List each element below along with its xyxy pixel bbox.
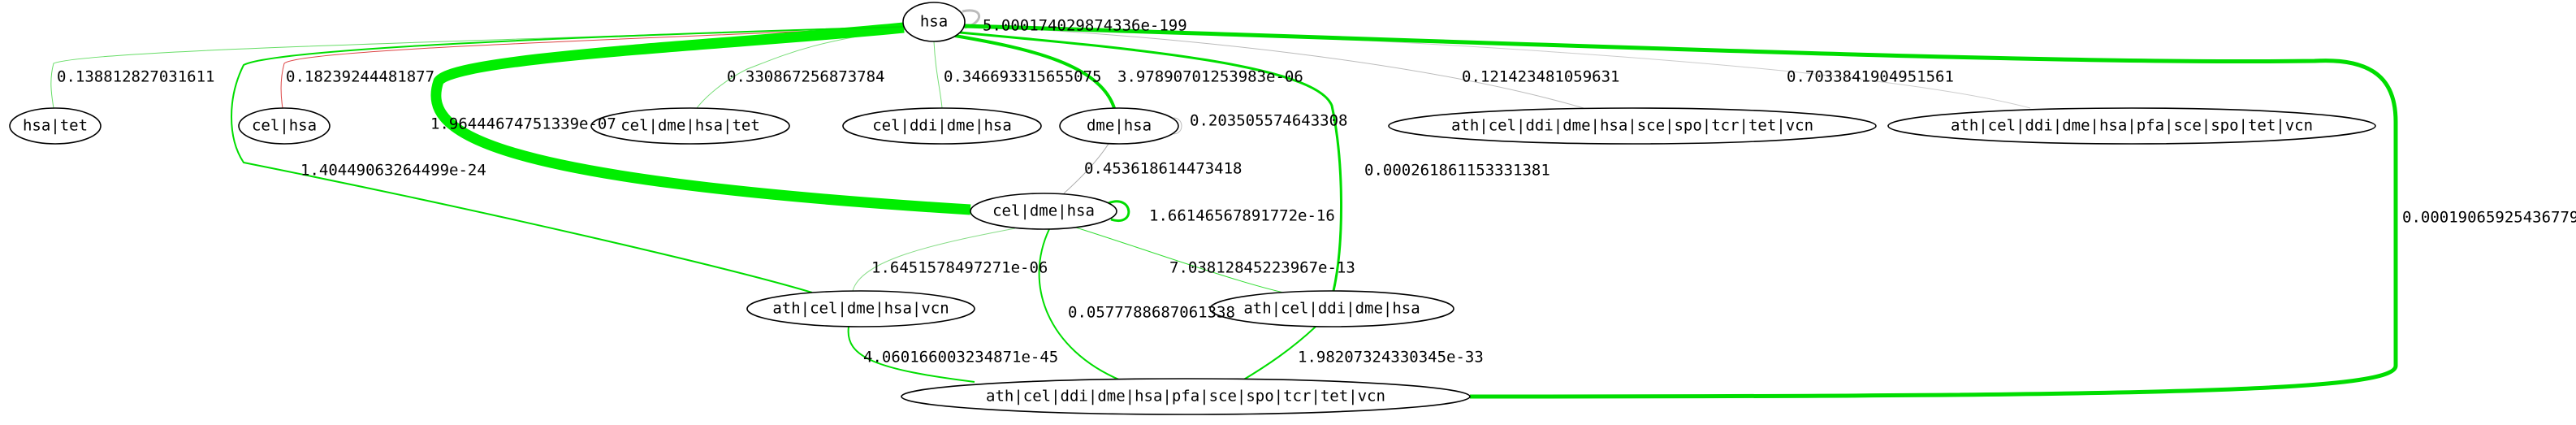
edge-label: 1.96444674751339e-07 [430,115,616,133]
edge-hsa-ath_cel_dme_hsa_vcn [231,26,905,293]
node-label: ath|cel|ddi|dme|hsa|pfa|sce|spo|tcr|tet|… [986,388,1385,405]
node-label: hsa|tet [23,117,88,135]
node-label: ath|cel|ddi|dme|hsa|pfa|sce|spo|tet|vcn [1951,117,2313,135]
edge-label: 4.060166003234871e-45 [863,349,1058,366]
node-cel_hsa[interactable]: cel|hsa [238,107,331,145]
node-ath_cel_ddi_dme_hsa_pfa_sce_spo_tet_vcn[interactable]: ath|cel|ddi|dme|hsa|pfa|sce|spo|tet|vcn [1887,107,2376,145]
node-label: hsa [920,13,948,31]
node-ath_cel_ddi_dme_hsa[interactable]: ath|cel|ddi|dme|hsa [1209,290,1454,327]
edge-label: 0.453618614473418 [1084,160,1242,178]
edge-label: 0.346693315655075 [944,68,1101,86]
edge-label: 0.330867256873784 [727,68,884,86]
edge-line [231,26,905,293]
edge-hsa-cel_ddi_dme_hsa [933,41,943,109]
node-cel_ddi_dme_hsa[interactable]: cel|ddi|dme|hsa [842,107,1042,145]
node-label: dme|hsa [1087,117,1152,135]
edge-label: 1.66146567891772e-16 [1149,207,1335,225]
node-label: cel|ddi|dme|hsa [872,117,1012,135]
edge-label: 0.138812827031611 [57,68,214,86]
node-hsa[interactable]: hsa [902,2,966,42]
node-cel_dme_hsa[interactable]: cel|dme|hsa [970,193,1117,230]
node-ath_cel_dme_hsa_vcn[interactable]: ath|cel|dme|hsa|vcn [746,290,975,327]
graph-canvas: hsa hsa|tet cel|hsa cel|dme|hsa|tet cel|ddi|… [9,2,2576,415]
edge-label: 0.7033841904951561 [1787,68,1954,86]
node-hsa_tet[interactable]: hsa|tet [9,107,102,145]
edge-label: 0.18239244481877 [286,68,434,86]
edge-hsa-ath_cel_ddi_dme_hsa_pfa_sce_spo_tet_vcn [964,24,2031,109]
edge-label: 1.98207324330345e-33 [1298,349,1484,366]
node-label: ath|cel|dme|hsa|vcn [772,300,949,318]
node-dme_hsa[interactable]: dme|hsa [1059,107,1179,145]
node-cel_dme_hsa_tet[interactable]: cel|dme|hsa|tet [590,107,790,145]
edge-label: 7.03812845223967e-13 [1169,259,1355,277]
edge-line [964,24,2031,109]
node-label: cel|dme|hsa|tet [620,117,760,135]
node-label: cel|hsa [252,117,317,135]
edge-label: 0.000261861153331381 [1364,162,1550,180]
edge-label: 5.000174029874336e-199 [983,17,1187,35]
edge-line [933,41,943,109]
edge-label: 0.121423481059631 [1462,68,1619,86]
edge-label: 3.97890701253983e-06 [1117,68,1303,86]
node-label: cel|dme|hsa [992,202,1095,220]
node-ath_cel_ddi_dme_hsa_sce_spo_tcr_tet_vcn[interactable]: ath|cel|ddi|dme|hsa|sce|spo|tcr|tet|vcn [1388,107,1877,145]
node-ath_cel_ddi_dme_hsa_pfa_sce_spo_tcr_tet_vcn[interactable]: ath|cel|ddi|dme|hsa|pfa|sce|spo|tcr|tet|… [901,378,1471,415]
edge-label: 1.40449063264499e-24 [300,162,486,180]
edge-label: 1.6451578497271e-06 [871,259,1048,277]
node-label: ath|cel|ddi|dme|hsa|sce|spo|tcr|tet|vcn [1451,117,1813,135]
edge-label: 0.000190659254367791 [2402,209,2576,227]
edge-label: 0.0577788687061338 [1068,304,1235,322]
node-label: ath|cel|ddi|dme|hsa [1243,300,1420,318]
edge-label: 0.203505574643308 [1190,112,1347,130]
